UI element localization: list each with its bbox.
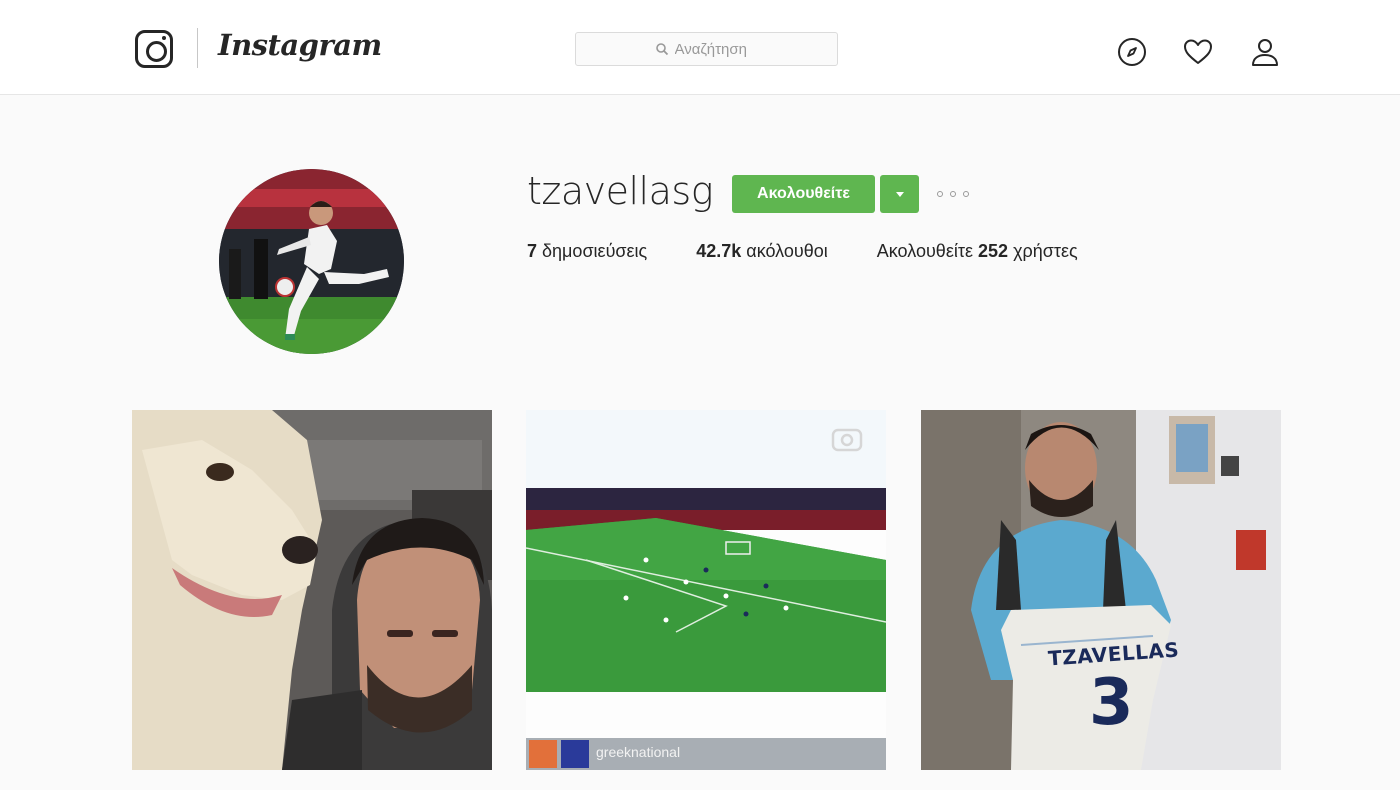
brand-divider [197, 28, 198, 68]
following-prefix: Ακολουθείτε [876, 241, 973, 261]
post-thumbnail-selfie-dog[interactable] [132, 410, 492, 770]
followers-stat[interactable]: 42.7k ακόλουθοι [696, 241, 828, 262]
heart-icon[interactable] [1182, 36, 1214, 68]
suggestions-dropdown-button[interactable] [880, 175, 919, 213]
profile-avatar[interactable] [219, 169, 404, 354]
posts-count: 7 [527, 241, 538, 261]
post-thumbnail-match-video[interactable]: greeknational [526, 410, 886, 770]
profile-stats: 7 δημοσιεύσεις 42.7k ακόλουθοι Ακολουθεί… [527, 241, 1127, 262]
post-thumbnail-holding-jersey[interactable]: TZAVELLAS 3 [921, 410, 1281, 770]
following-stat[interactable]: Ακολουθείτε 252 χρήστες [877, 241, 1078, 262]
post-account-label: greeknational [596, 744, 681, 760]
search-box[interactable] [575, 32, 838, 66]
person-icon[interactable] [1249, 36, 1281, 68]
search-icon [655, 42, 669, 56]
top-navigation-bar: Instagram [0, 0, 1400, 95]
followers-label: ακόλουθοι [746, 241, 828, 261]
search-input[interactable] [674, 40, 759, 58]
jersey-number-text: 3 [1089, 666, 1134, 740]
instagram-wordmark[interactable]: Instagram [218, 28, 382, 62]
compass-icon[interactable] [1116, 36, 1148, 68]
following-button[interactable]: Ακολουθείτε [732, 175, 875, 213]
profile-username: tzavellasg [527, 169, 714, 213]
posts-label: δημοσιεύσεις [542, 241, 648, 261]
more-options-icon[interactable] [937, 188, 969, 200]
posts-stat: 7 δημοσιεύσεις [527, 241, 647, 262]
caret-down-icon [895, 191, 904, 197]
following-count: 252 [978, 241, 1009, 261]
followers-count: 42.7k [696, 241, 742, 261]
following-label: χρήστες [1013, 241, 1078, 261]
instagram-glyph-icon[interactable] [135, 30, 173, 68]
